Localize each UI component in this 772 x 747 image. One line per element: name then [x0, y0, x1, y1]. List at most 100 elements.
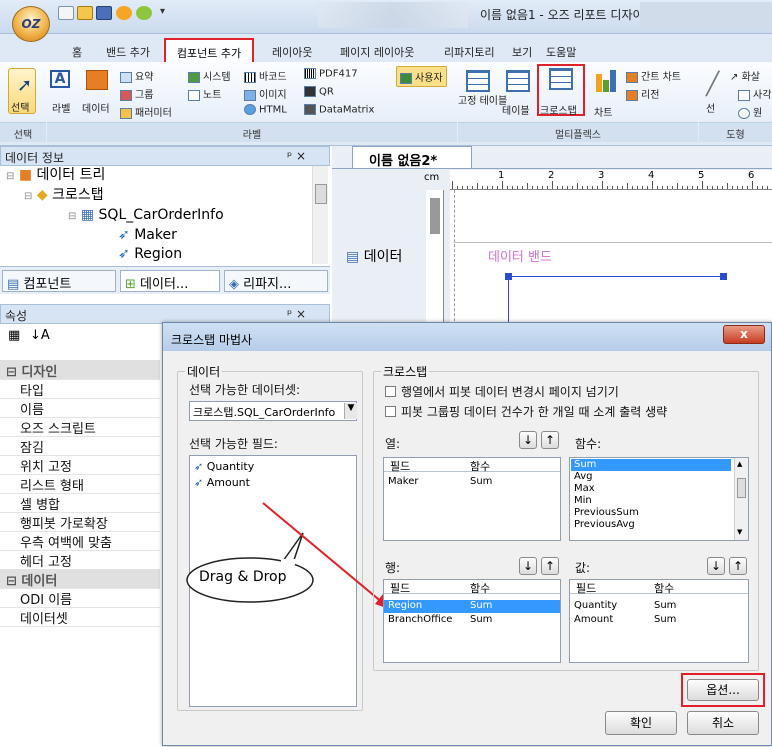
- sort-alpha-icon[interactable]: ↓A: [30, 328, 50, 343]
- row-row[interactable]: BranchOffice Sum: [384, 614, 560, 627]
- tab-page-layout[interactable]: 페이지 레이아웃: [334, 41, 420, 61]
- field-item-amount[interactable]: ➶ Amount: [194, 476, 250, 489]
- dialog-close-button[interactable]: x: [723, 325, 765, 344]
- quick-access-dropdown-icon[interactable]: ▾: [160, 6, 165, 17]
- tree-node-crosstab[interactable]: ⊟ ◆ 크로스탭: [6, 186, 224, 206]
- rect-button[interactable]: 사각: [738, 86, 771, 101]
- save-icon[interactable]: [96, 6, 112, 20]
- qr-button[interactable]: QR: [304, 86, 334, 98]
- line-shape-icon[interactable]: ╱: [706, 72, 719, 97]
- property-row[interactable]: 위치 고정: [0, 455, 160, 475]
- function-item[interactable]: Min: [571, 495, 731, 507]
- cancel-button[interactable]: 취소: [687, 711, 759, 735]
- function-scroll-thumb[interactable]: [737, 478, 746, 498]
- gantt-chart-button[interactable]: 간트 차트: [626, 68, 681, 83]
- row-down-button[interactable]: ↓: [519, 557, 537, 575]
- property-row[interactable]: 오즈 스크립트: [0, 417, 160, 437]
- pin-close-icon[interactable]: ᵖ ×: [287, 149, 306, 163]
- crosstab-button[interactable]: 크로스탭: [537, 64, 585, 117]
- check-page-break[interactable]: 행열에서 피봇 데이터 변경시 페이지 넘기기: [385, 383, 619, 400]
- categorized-icon[interactable]: ▦: [8, 328, 20, 343]
- doc-tab[interactable]: 이름 없음2*: [352, 146, 472, 169]
- tab-home[interactable]: 홈: [66, 41, 88, 61]
- tree-node-region[interactable]: ➶ Region: [6, 245, 224, 264]
- pdf417-button[interactable]: PDF417: [304, 68, 358, 80]
- checkbox-skip-subtotal[interactable]: [385, 406, 396, 417]
- circle-button[interactable]: 원: [738, 104, 762, 119]
- row-up-button[interactable]: ↑: [541, 557, 559, 575]
- function-item[interactable]: PreviousAvg: [571, 519, 731, 531]
- row-row-selected[interactable]: Region Sum: [384, 600, 560, 613]
- open-folder-icon[interactable]: [77, 6, 93, 20]
- tree-node-root[interactable]: ⊟ ■ 데이터 트리: [6, 166, 224, 186]
- tab-repository-pane[interactable]: ◈ 리파지...: [224, 270, 328, 292]
- column-up-button[interactable]: ↑: [541, 431, 559, 449]
- scroll-up-icon[interactable]: ▲: [737, 460, 742, 468]
- value-row-2[interactable]: Amount Sum: [570, 614, 748, 627]
- barcode-button[interactable]: 바코드: [244, 68, 287, 83]
- tab-layout[interactable]: 레이아웃: [266, 41, 318, 61]
- datamatrix-button[interactable]: DataMatrix: [304, 104, 374, 116]
- column-grid[interactable]: 필드 함수 Maker Sum: [383, 457, 561, 541]
- function-list[interactable]: Sum Avg Max Min PreviousSum PreviousAvg ▲ ▼: [569, 457, 749, 541]
- function-item[interactable]: PreviousSum: [571, 507, 731, 519]
- redo-icon[interactable]: [136, 6, 152, 20]
- report-page[interactable]: 데이터 밴드: [450, 190, 772, 326]
- tab-data[interactable]: ⊞ 데이터...: [120, 270, 220, 292]
- scroll-down-icon[interactable]: ▼: [737, 528, 742, 536]
- property-row[interactable]: 셀 병합: [0, 493, 160, 513]
- value-down-button[interactable]: ↓: [707, 557, 725, 575]
- freeline-button[interactable]: ↗ 리전화살: [730, 68, 760, 83]
- row-grid[interactable]: 필드 함수 Region Sum BranchOffice Sum: [383, 579, 561, 663]
- properties-pin-close-icon[interactable]: ᵖ ×: [287, 307, 306, 321]
- options-button[interactable]: 옵션...: [687, 679, 759, 701]
- parameter-button[interactable]: 패러미터: [120, 104, 172, 119]
- tab-repository[interactable]: 리파지토리: [438, 41, 501, 61]
- summary-button[interactable]: 요약: [120, 68, 153, 83]
- image-button[interactable]: 이미지: [244, 86, 287, 101]
- property-row[interactable]: 데이터셋: [0, 607, 160, 627]
- tree-node-dataset[interactable]: ⊟ ▦ SQL_CarOrderInfo: [6, 206, 224, 226]
- data-band-label[interactable]: ▤ 데이터: [346, 246, 402, 266]
- select-button[interactable]: ➚ 선택: [8, 68, 36, 114]
- data-button[interactable]: 데이터: [80, 68, 116, 115]
- value-row[interactable]: Quantity Sum: [570, 600, 748, 613]
- chevron-down-icon[interactable]: ▼: [344, 403, 357, 419]
- tree-scrollbar[interactable]: [312, 166, 328, 264]
- tab-add-band[interactable]: 밴드 추가: [100, 41, 156, 61]
- tab-add-component[interactable]: 컴포넌트 추가: [164, 38, 254, 62]
- column-down-button[interactable]: ↓: [519, 431, 537, 449]
- label-button[interactable]: A 라벨: [48, 68, 76, 115]
- group-button[interactable]: 그룹: [120, 86, 153, 101]
- tree-scroll-thumb[interactable]: [315, 184, 327, 204]
- property-row[interactable]: 행피봇 가로확장: [0, 512, 160, 532]
- dataset-select[interactable]: 크로스탭.SQL_CarOrderInfo ▼: [189, 401, 357, 421]
- tree-node-maker[interactable]: ➶ Maker: [6, 226, 224, 245]
- tab-help[interactable]: 도움말: [540, 41, 582, 61]
- property-row[interactable]: 잠김: [0, 436, 160, 456]
- user-button[interactable]: 사용자: [396, 66, 447, 87]
- property-category[interactable]: ⊟ 데이터: [0, 569, 160, 589]
- property-row[interactable]: 헤더 고정: [0, 550, 160, 570]
- html-button[interactable]: HTML: [244, 104, 287, 116]
- app-menu-button[interactable]: OZ: [12, 6, 50, 42]
- system-button[interactable]: 시스템: [188, 68, 231, 83]
- new-file-icon[interactable]: [58, 6, 74, 20]
- legend-button[interactable]: 리전: [626, 86, 659, 101]
- function-scrollbar[interactable]: ▲ ▼: [734, 458, 748, 540]
- property-category[interactable]: ⊟ 디자인: [0, 360, 160, 380]
- function-item[interactable]: Max: [571, 483, 731, 495]
- field-item-quantity[interactable]: ➶ Quantity: [194, 460, 254, 473]
- value-grid[interactable]: 필드 함수 Quantity Sum Amount Sum: [569, 579, 749, 663]
- checkbox-page-break[interactable]: [385, 386, 396, 397]
- property-row[interactable]: 리스트 형태: [0, 474, 160, 494]
- function-item[interactable]: Avg: [571, 471, 731, 483]
- table-button[interactable]: 테이블: [500, 68, 536, 118]
- tab-view[interactable]: 보기: [506, 41, 538, 61]
- value-up-button[interactable]: ↑: [729, 557, 747, 575]
- property-row[interactable]: ODI 이름: [0, 588, 160, 608]
- ok-button[interactable]: 확인: [605, 711, 677, 735]
- note-button[interactable]: 노트: [188, 86, 221, 101]
- property-row[interactable]: 이름: [0, 398, 160, 418]
- property-row[interactable]: 우측 여백에 맞춤: [0, 531, 160, 551]
